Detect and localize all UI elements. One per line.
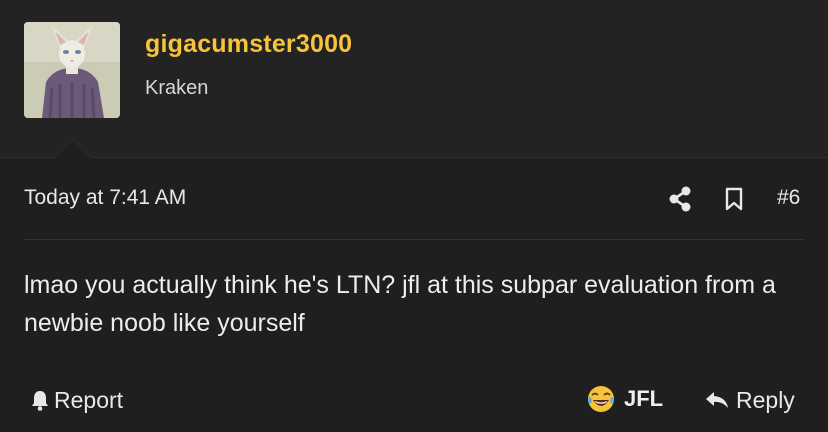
crying-laughing-emoji-icon	[588, 386, 614, 412]
bell-icon	[32, 391, 48, 411]
post-author-header	[0, 0, 828, 158]
post-number-link[interactable]: #6	[777, 186, 800, 210]
jfl-reaction-button[interactable]: JFL	[586, 384, 663, 414]
post-message: lmao you actually think he's LTN? jfl at…	[24, 271, 776, 337]
header-pointer	[55, 140, 91, 158]
reply-arrow-icon	[706, 392, 728, 408]
report-label: Report	[54, 386, 124, 413]
report-button[interactable]: Report	[30, 386, 123, 414]
username[interactable]: gigacumster3000	[145, 30, 352, 59]
post-timestamp[interactable]: Today at 7:41 AM	[24, 186, 186, 210]
jfl-reaction-label: JFL	[624, 386, 664, 411]
user-title: Kraken	[145, 77, 209, 99]
header-divider	[0, 157, 828, 158]
reply-label: Reply	[736, 386, 795, 413]
message-divider	[24, 239, 804, 240]
bookmark-icon[interactable]	[724, 187, 744, 211]
share-icon[interactable]	[668, 186, 692, 212]
user-avatar[interactable]	[24, 22, 120, 118]
reply-button[interactable]: Reply	[704, 386, 795, 414]
cat-avatar-icon	[24, 22, 120, 118]
